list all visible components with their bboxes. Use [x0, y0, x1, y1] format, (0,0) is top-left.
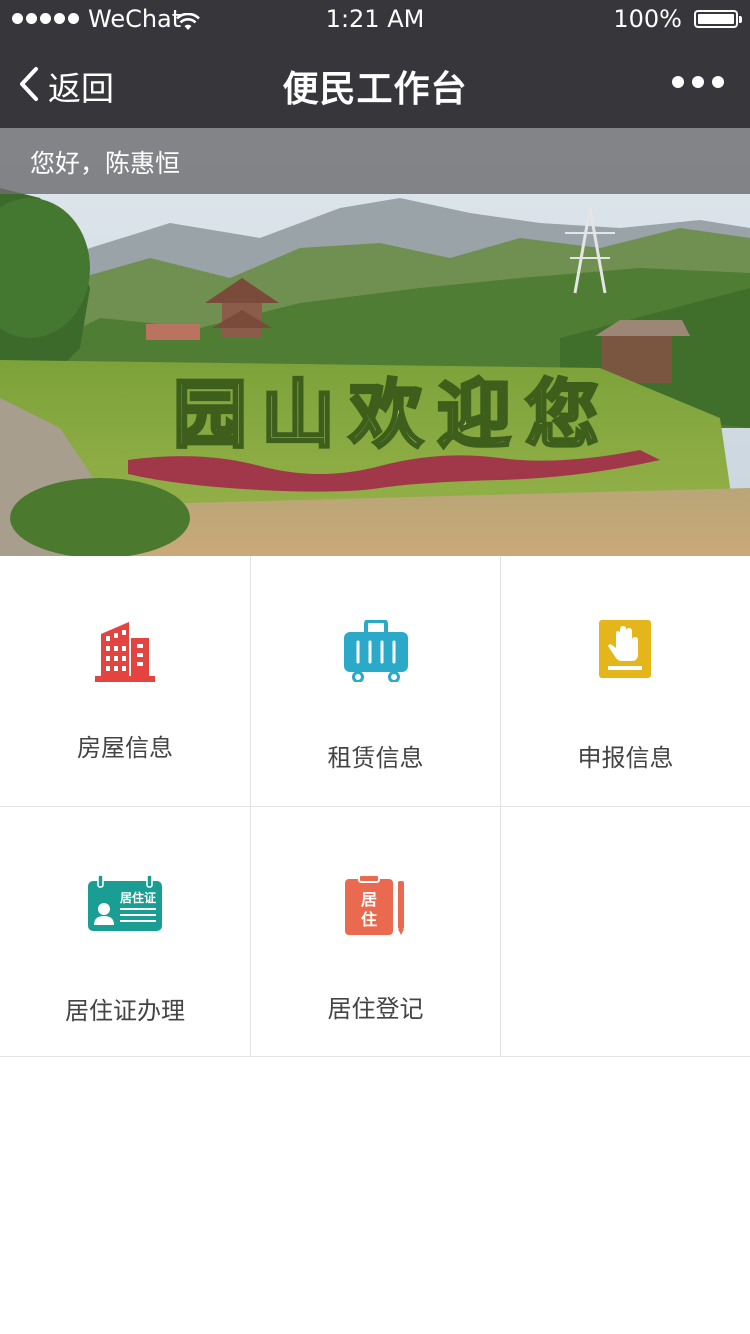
menu-item-rental-info[interactable]: 租赁信息	[250, 556, 500, 806]
menu-item-housing-info[interactable]: 房屋信息	[0, 556, 250, 806]
menu-item-residence-permit[interactable]: 居住证 居住证办理	[0, 806, 250, 1056]
menu-item-label: 申报信息	[577, 744, 674, 772]
menu-item-label: 居住登记	[327, 995, 424, 1023]
more-dot-icon	[692, 76, 704, 88]
residence-register-icon: 居 住	[344, 873, 407, 939]
building-icon	[95, 620, 155, 686]
residence-register-icon-text-top: 居	[360, 890, 376, 909]
navigation-bar: 返回 便民工作台	[0, 40, 750, 128]
menu-item-label: 房屋信息	[77, 734, 173, 762]
service-grid: 房屋信息 租赁信息 申报信息 居住证 居住证办理 居 住 居住登记	[0, 556, 750, 1057]
battery-percentage: 100%	[613, 5, 682, 33]
more-menu-button[interactable]	[672, 76, 724, 88]
residence-register-icon-text-bottom: 住	[360, 910, 376, 929]
banner-image[interactable]: 园山欢迎您 您好，陈惠恒	[0, 128, 750, 556]
menu-item-declaration-info[interactable]: 申报信息	[500, 556, 750, 806]
suitcase-icon	[342, 619, 410, 686]
greeting-bar: 您好，陈惠恒	[0, 128, 750, 194]
menu-item-residence-registration[interactable]: 居 住 居住登记	[250, 806, 500, 1056]
battery-icon	[694, 10, 742, 28]
menu-item-label: 居住证办理	[65, 997, 185, 1025]
more-dot-icon	[712, 76, 724, 88]
top-bar: WeChat 1:21 AM 100% 返回 便民工作台	[0, 0, 750, 128]
residence-card-icon: 居住证	[88, 874, 162, 935]
residence-card-icon-text: 居住证	[120, 890, 156, 905]
menu-item-label: 租赁信息	[327, 744, 424, 772]
hand-report-icon	[598, 620, 653, 684]
status-bar: WeChat 1:21 AM 100%	[0, 0, 750, 40]
greeting-text: 您好，陈惠恒	[30, 149, 181, 178]
hedge-welcome-text: 园山欢迎您	[173, 372, 613, 458]
empty-grid-cell	[500, 806, 750, 1056]
page-title: 便民工作台	[282, 69, 468, 110]
more-dot-icon	[672, 76, 684, 88]
